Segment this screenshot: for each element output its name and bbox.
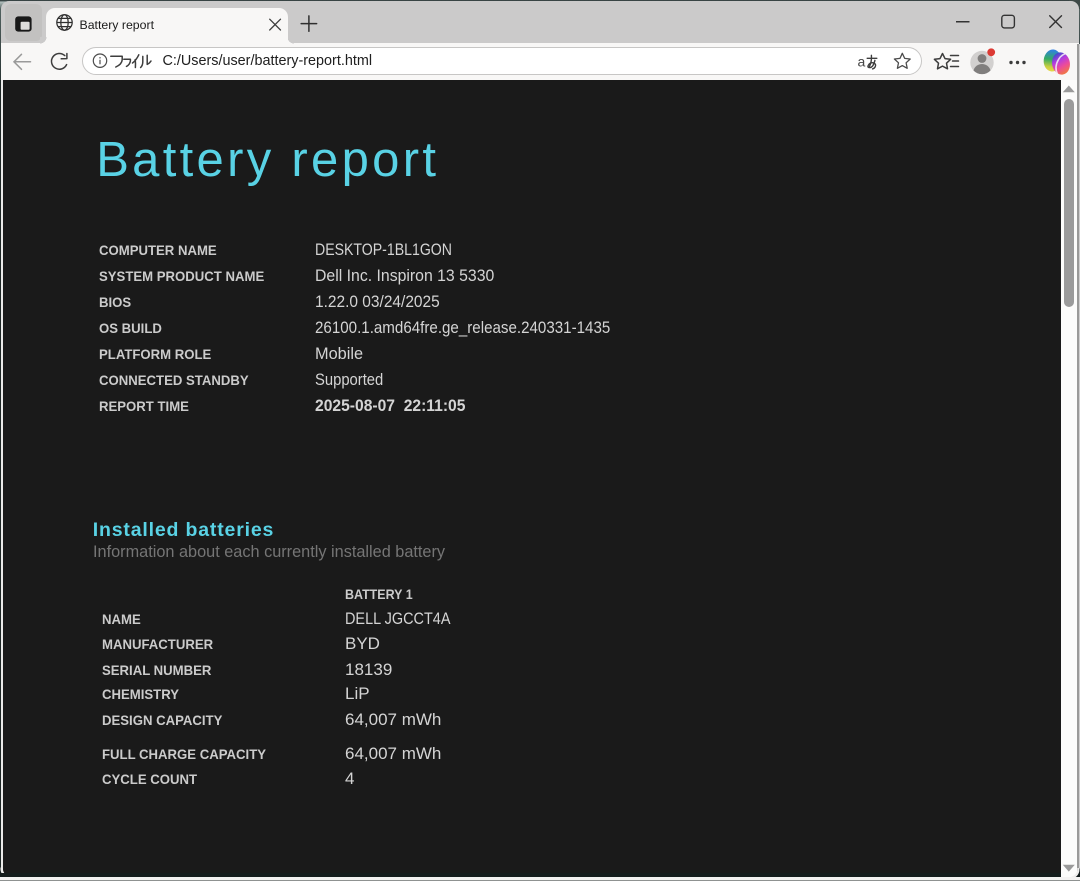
svg-text:a: a xyxy=(858,53,866,69)
